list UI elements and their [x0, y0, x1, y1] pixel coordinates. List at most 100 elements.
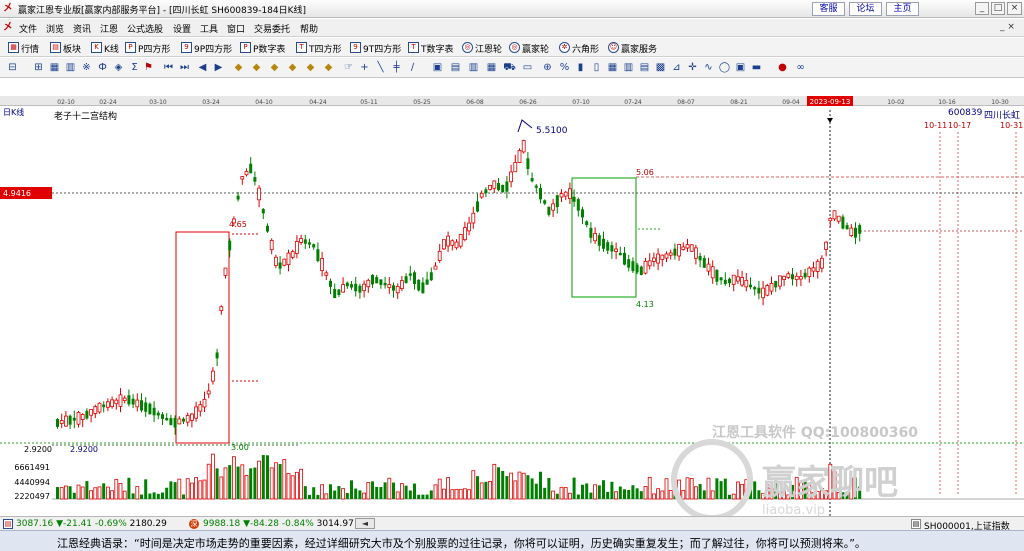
drawtool-zoom-icon[interactable]: ⊞	[32, 61, 45, 74]
menu-gann[interactable]: 江恩	[100, 22, 118, 35]
calendar-icon[interactable]: ▣	[431, 61, 444, 74]
menu-window[interactable]: 窗口	[227, 22, 245, 35]
maximize-icon[interactable]: □	[991, 2, 1005, 15]
volume-bar	[581, 484, 584, 499]
sz-index-group[interactable]: 9988.18 ▼-84.28 -0.84% 3014.97	[203, 519, 354, 529]
price-candle	[664, 253, 669, 259]
box2-tool-icon[interactable]: ▣	[734, 61, 747, 74]
9p-square-icon: 9	[181, 42, 192, 53]
infinity-icon[interactable]: ∞	[794, 61, 807, 74]
view-t-number-table[interactable]: T T数字表	[408, 42, 454, 55]
app-menu-icon[interactable]: 㐅	[3, 22, 14, 33]
columns-tool-icon[interactable]: ▥	[622, 61, 635, 74]
volume-bar	[417, 494, 421, 499]
volume-bar	[269, 467, 274, 500]
price-candle	[563, 191, 568, 197]
drawtool-select-icon[interactable]: ⊟	[6, 61, 19, 74]
red-circle-icon[interactable]: ●	[776, 61, 789, 74]
price-candle	[462, 227, 467, 241]
nav-first-icon[interactable]: ⏮	[162, 61, 175, 74]
date-tick-label: 2023-09-13	[810, 98, 851, 106]
drawtool-candle-icon[interactable]: Ф	[96, 61, 109, 74]
minimize-icon[interactable]: _	[975, 2, 989, 15]
candlestick-chart[interactable]: 02-10 02-24 03-10 03-24 04-10 04-24 05-11 05-25…	[0, 96, 1024, 516]
menu-news[interactable]: 资讯	[73, 22, 91, 35]
volume-bar	[652, 493, 656, 500]
view-gann-wheel[interactable]: ◎ 江恩轮	[462, 42, 502, 55]
view-9t-square[interactable]: 9 9T四方形	[350, 42, 401, 55]
menu-trade[interactable]: 交易委托	[254, 22, 290, 35]
shape-tool-3-icon[interactable]: ◆	[268, 61, 281, 74]
nav-last-icon[interactable]: ⏭	[178, 61, 191, 74]
price-candle	[76, 412, 81, 425]
shape-tool-5-icon[interactable]: ◆	[304, 61, 317, 74]
price-candle	[757, 287, 761, 294]
view-quotes[interactable]: ▦ 行情	[8, 42, 39, 55]
print-icon[interactable]: ▥	[467, 61, 480, 74]
service-icon: ☺	[608, 42, 619, 53]
menu-help[interactable]: 帮助	[300, 22, 318, 35]
crosshair-tool-icon[interactable]: +	[358, 61, 371, 74]
drawtool-bar-icon[interactable]: ▥	[64, 61, 77, 74]
trendline-tool-icon[interactable]: ╲	[374, 61, 387, 74]
monitor-icon[interactable]: ▭	[521, 61, 534, 74]
sz-index-change: ▼-84.28	[243, 519, 280, 529]
wave-tool-icon[interactable]: ∿	[702, 61, 715, 74]
view-p-number-table[interactable]: P P数字表	[240, 42, 285, 55]
volume-bar	[539, 471, 542, 499]
ray-tool-icon[interactable]: ∕	[406, 61, 419, 74]
shape-tool-4-icon[interactable]: ◆	[286, 61, 299, 74]
service-link[interactable]: 客服	[812, 2, 845, 16]
menu-formula-select[interactable]: 公式选股	[127, 22, 163, 35]
view-kline[interactable]: K K线	[91, 42, 119, 55]
grid-tool-icon[interactable]: ▦	[606, 61, 619, 74]
forum-link[interactable]: 论坛	[849, 2, 882, 16]
volume-bar	[152, 492, 156, 499]
hand-tool-icon[interactable]: ☞	[342, 61, 355, 74]
box-tool-icon[interactable]: ▯	[590, 61, 603, 74]
sh-index-group[interactable]: 3087.16 ▼-21.41 -0.69% 2180.29	[16, 519, 167, 529]
menu-settings[interactable]: 设置	[173, 22, 191, 35]
view-blocks[interactable]: ▤ 板块	[50, 42, 81, 55]
car-icon[interactable]: ⛟	[503, 61, 516, 74]
volume-bar	[715, 478, 719, 499]
view-winner-wheel[interactable]: ◎ 赢家轮	[509, 42, 549, 55]
nav-next-icon[interactable]: ▶	[212, 61, 225, 74]
menu-file[interactable]: 文件	[19, 22, 37, 35]
cross-tool-icon[interactable]: ✛	[686, 61, 699, 74]
menu-browse[interactable]: 浏览	[46, 22, 64, 35]
status-scroll-button[interactable]: ◄	[355, 518, 375, 529]
drawtool-period-icon[interactable]: ◈	[112, 61, 125, 74]
rows-tool-icon[interactable]: ▤	[638, 61, 651, 74]
shape-tool-2-icon[interactable]: ◆	[250, 61, 263, 74]
save-icon[interactable]: ▤	[449, 61, 462, 74]
price-candle	[64, 415, 68, 427]
circle-tool-icon[interactable]: ◯	[718, 61, 731, 74]
view-t-number-table-label: T数字表	[421, 45, 454, 55]
view-p-square[interactable]: P P四方形	[125, 42, 170, 55]
view-hexagon[interactable]: ✲ 六角形	[559, 42, 599, 55]
drawtool-grid-icon[interactable]: ▦	[48, 61, 61, 74]
volume-tool-icon[interactable]: ▮	[574, 61, 587, 74]
drawtool-text-icon[interactable]: Σ	[128, 61, 141, 74]
view-service[interactable]: ☺ 赢家服务	[608, 42, 657, 55]
menu-tools[interactable]: 工具	[200, 22, 218, 35]
layout-icon[interactable]: ▦	[485, 61, 498, 74]
volume-bar	[689, 478, 694, 500]
percent-tool-icon[interactable]: %	[558, 61, 571, 74]
nav-prev-icon[interactable]: ◀	[196, 61, 209, 74]
view-t-square[interactable]: T T四方形	[296, 42, 342, 55]
matrix-tool-icon[interactable]: ▩	[654, 61, 667, 74]
shape-tool-1-icon[interactable]: ◆	[232, 61, 245, 74]
mdi-controls[interactable]: _ ×	[1000, 22, 1015, 32]
line-tool-icon[interactable]: ▬	[750, 61, 763, 74]
drawtool-flag-icon[interactable]: ⚑	[142, 61, 155, 74]
drawtool-pattern-icon[interactable]: ※	[80, 61, 93, 74]
fan-tool-icon[interactable]: ⊿	[670, 61, 683, 74]
indicator-tool-icon[interactable]: ⊕	[541, 61, 554, 74]
fibonacci-tool-icon[interactable]: ╪	[390, 61, 403, 74]
shape-tool-6-icon[interactable]: ◆	[322, 61, 335, 74]
view-9p-square[interactable]: 9 9P四方形	[181, 42, 232, 55]
homepage-link[interactable]: 主页	[886, 2, 919, 16]
close-icon[interactable]: ×	[1007, 2, 1022, 15]
